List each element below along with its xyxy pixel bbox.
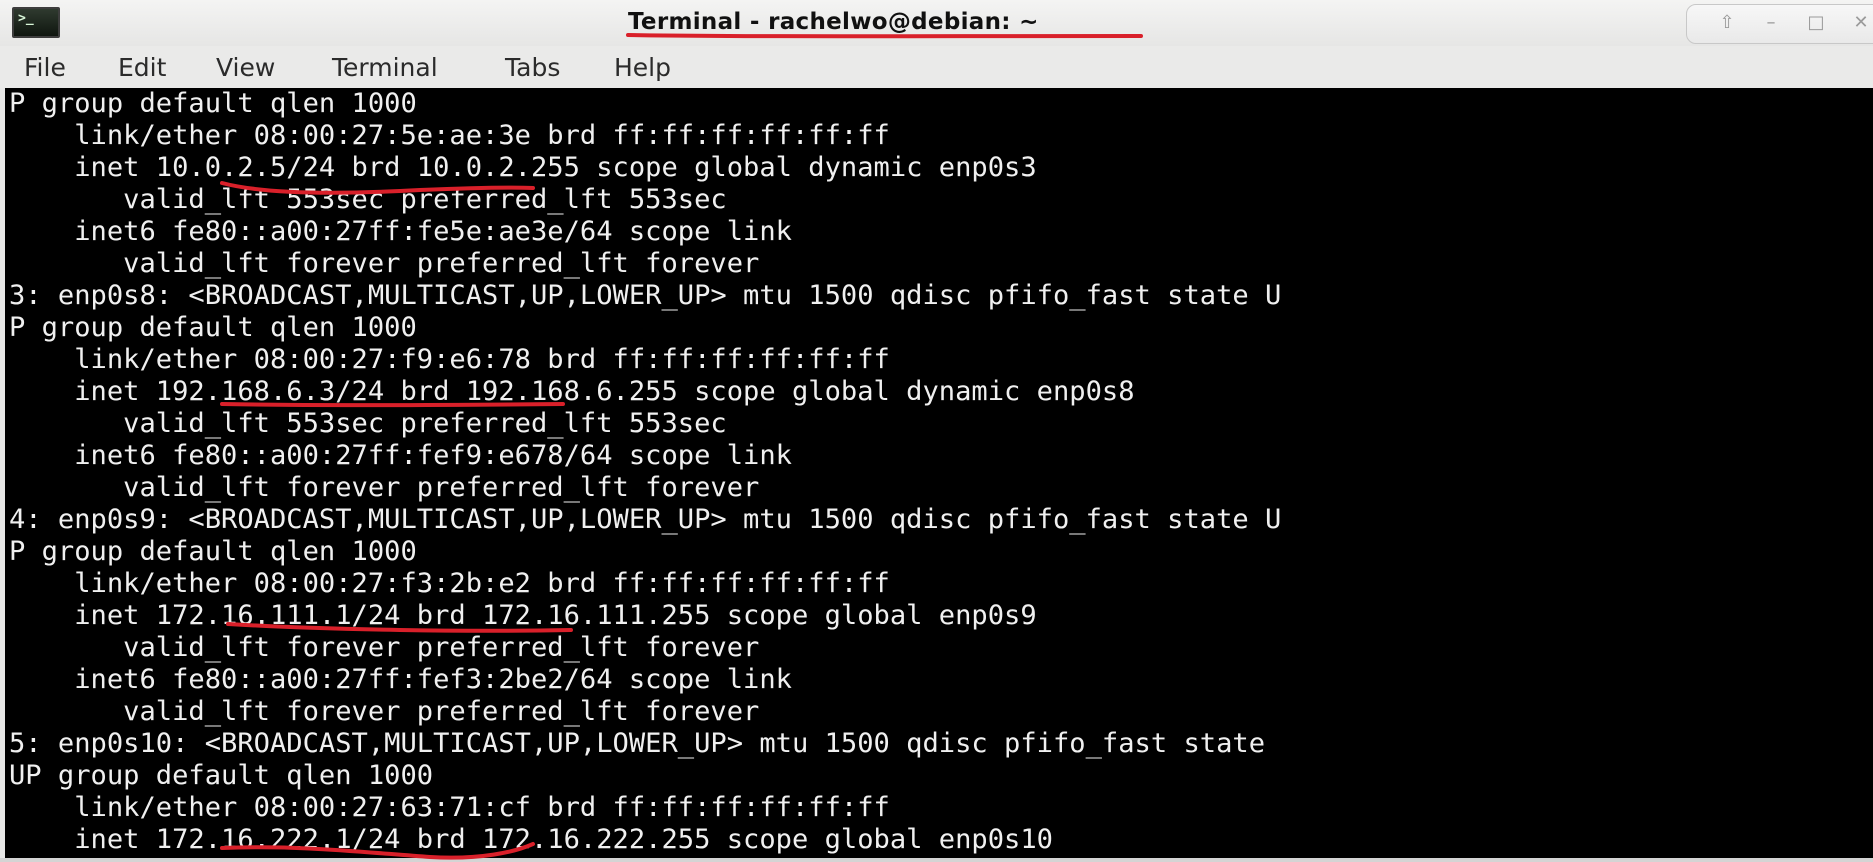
terminal-line: P group default qlen 1000 [9,312,417,343]
terminal-line: valid_lft forever preferred_lft forever [9,632,760,663]
terminal-window: Terminal - rachelwo@debian: ~ ⇧ – □ ✕ Fi… [0,0,1873,862]
terminal-line: inet6 fe80::a00:27ff:fef9:e678/64 scope … [9,440,792,471]
terminal-line: UP group default qlen 1000 [9,760,434,791]
terminal-line: 3: enp0s8: <BROADCAST,MULTICAST,UP,LOWER… [9,280,1282,311]
maximize-icon[interactable]: □ [1802,11,1830,35]
window-controls: ⇧ – □ ✕ [1686,4,1873,44]
menu-help[interactable]: Help [614,53,671,82]
terminal-line: valid_lft forever preferred_lft forever [9,696,760,727]
shade-up-icon[interactable]: ⇧ [1713,11,1741,35]
terminal-line: valid_lft 553sec preferred_lft 553sec [9,408,727,439]
terminal-icon[interactable] [12,7,60,38]
terminal-line: inet 192.168.6.3/24 brd 192.168.6.255 sc… [9,376,1135,407]
terminal-line: link/ether 08:00:27:f9:e6:78 brd ff:ff:f… [9,344,890,375]
menu-view[interactable]: View [216,53,275,82]
menu-tabs[interactable]: Tabs [505,53,560,82]
terminal-line: inet 172.16.222.1/24 brd 172.16.222.255 … [9,824,1053,855]
menu-terminal[interactable]: Terminal [332,53,438,82]
terminal-line: P group default qlen 1000 [9,88,417,119]
terminal-line: 5: enp0s10: <BROADCAST,MULTICAST,UP,LOWE… [9,728,1266,759]
minimize-icon[interactable]: – [1757,11,1785,35]
terminal-line: P group default qlen 1000 [9,536,417,567]
menu-file[interactable]: File [24,53,66,82]
terminal-line: valid_lft forever preferred_lft forever [9,248,760,279]
terminal-line: valid_lft forever preferred_lft forever [9,472,760,503]
terminal-line: inet 172.16.111.1/24 brd 172.16.111.255 … [9,600,1037,631]
terminal-line: link/ether 08:00:27:f3:2b:e2 brd ff:ff:f… [9,568,890,599]
terminal-line: inet6 fe80::a00:27ff:fef3:2be2/64 scope … [9,664,792,695]
terminal-line: inet 10.0.2.5/24 brd 10.0.2.255 scope gl… [9,152,1037,183]
terminal-output[interactable]: P group default qlen 1000 link/ether 08:… [5,88,1873,858]
menu-bar: File Edit View Terminal Tabs Help [0,46,1873,88]
menu-edit[interactable]: Edit [118,53,166,82]
terminal-line: valid_lft 553sec preferred_lft 553sec [9,184,727,215]
window-bottom-edge [0,858,1873,862]
window-title: Terminal - rachelwo@debian: ~ [628,9,1039,35]
terminal-line: 4: enp0s9: <BROADCAST,MULTICAST,UP,LOWER… [9,504,1282,535]
close-icon[interactable]: ✕ [1847,11,1873,35]
terminal-line: inet6 fe80::a00:27ff:fe5e:ae3e/64 scope … [9,216,792,247]
title-bar[interactable]: Terminal - rachelwo@debian: ~ ⇧ – □ ✕ [0,0,1873,46]
terminal-line: link/ether 08:00:27:5e:ae:3e brd ff:ff:f… [9,120,890,151]
terminal-line: link/ether 08:00:27:63:71:cf brd ff:ff:f… [9,792,890,823]
